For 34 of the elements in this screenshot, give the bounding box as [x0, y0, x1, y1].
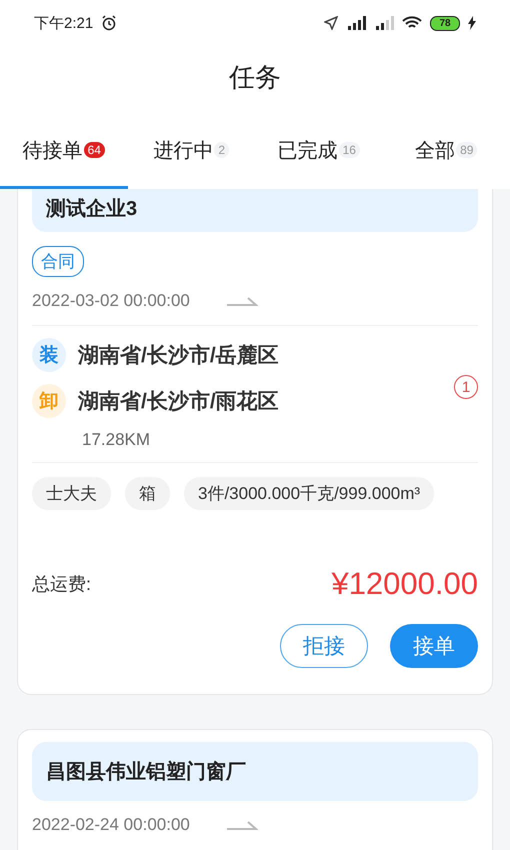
battery-icon: 78 [430, 16, 460, 30]
distance: 17.28KM [82, 430, 152, 450]
signal-icon [374, 16, 394, 30]
count-badge: 16 [338, 142, 360, 158]
page-title: 任务 [228, 61, 282, 94]
address: 湖南省/长沙市/岳麓区 [78, 342, 279, 369]
contract-tag: 合同 [32, 246, 84, 277]
count-badge: 2 [214, 142, 230, 158]
company-name: 测试企业3 [32, 189, 478, 232]
goods-chip: 士大夫 [32, 477, 111, 510]
tab[interactable]: 待接单 64 [0, 123, 128, 189]
alarm-icon [101, 15, 118, 31]
unload-marker: 卸 [32, 384, 66, 418]
order-date: 2022-02-24 00:00:00 [32, 815, 190, 835]
count-badge: 89 [456, 142, 478, 158]
reject-button[interactable]: 拒接 [280, 624, 368, 668]
company-name: 昌图县伟业铝塑门窗厂 [32, 742, 478, 801]
goods-chip: 3件/3000.000千克/999.000m³ [184, 477, 434, 510]
stop-count: 1 [454, 375, 478, 399]
total-label: 总运费: [32, 573, 92, 596]
total-price: ¥12000.00 [331, 566, 478, 602]
load-marker: 装 [32, 338, 66, 372]
charging-icon [468, 16, 476, 30]
wifi-icon [402, 16, 422, 30]
status-time: 下午2:21 [34, 14, 94, 32]
signal-icon [346, 16, 366, 30]
tab[interactable]: 全部 89 [382, 123, 510, 189]
location-icon [324, 16, 338, 30]
tab[interactable]: 已完成 16 [255, 123, 382, 189]
count-badge: 64 [84, 142, 105, 158]
tab[interactable]: 进行中 2 [128, 123, 255, 189]
address: 湖南省/长沙市/雨花区 [78, 388, 279, 415]
order-date: 2022-03-02 00:00:00 [32, 291, 190, 311]
goods-chip: 箱 [125, 477, 170, 510]
